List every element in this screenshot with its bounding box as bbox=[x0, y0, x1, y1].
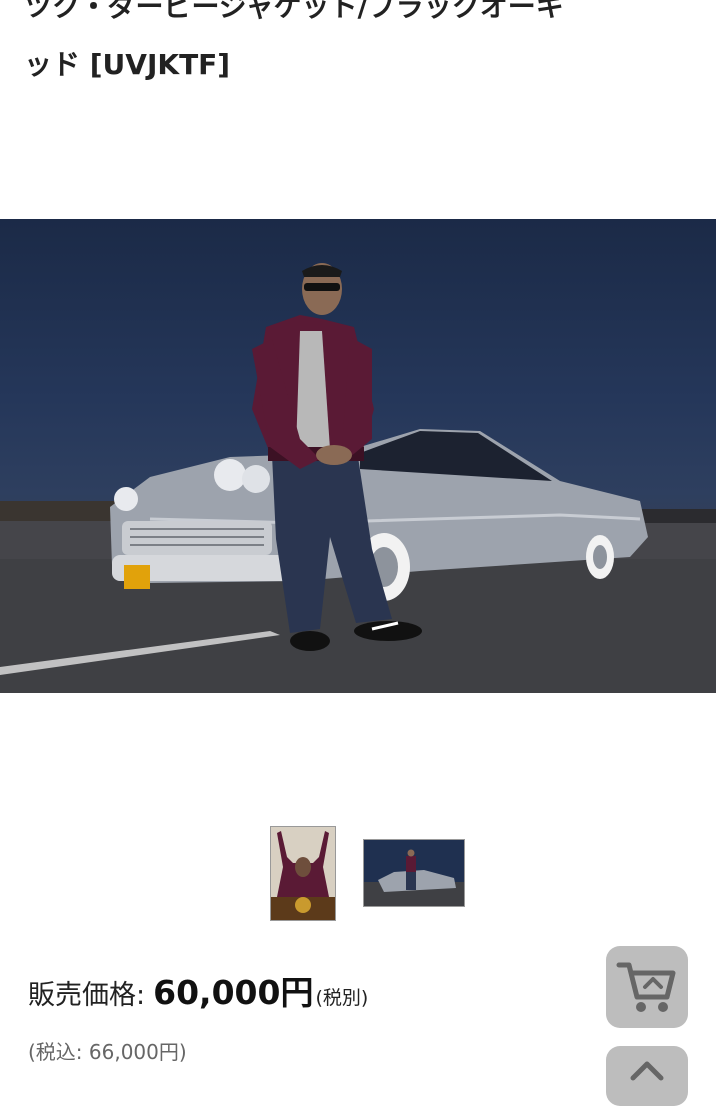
price-label: 販売価格: bbox=[28, 980, 146, 1011]
thumbnail-1[interactable] bbox=[270, 826, 336, 921]
hero-photo bbox=[0, 263, 716, 693]
price-value: 60,000円 bbox=[153, 973, 314, 1012]
cart-button[interactable] bbox=[606, 946, 688, 1028]
price-tax-included: (税込: 66,000円) bbox=[28, 1040, 187, 1064]
chevron-up-icon bbox=[630, 1061, 664, 1081]
thumbnail-2[interactable] bbox=[363, 839, 465, 907]
product-title: ツク・ダービージャケット/ブラックオーキ ッド [UVJKTF] bbox=[24, 0, 692, 94]
scroll-top-button[interactable] bbox=[606, 1046, 688, 1106]
thumbnail-1-photo bbox=[271, 827, 335, 920]
product-title-line-1: ツク・ダービージャケット/ブラックオーキ bbox=[24, 0, 564, 23]
price-row: 販売価格: 60,000円 (税別) bbox=[28, 966, 368, 1018]
cart-icon bbox=[616, 962, 676, 1012]
product-main-image[interactable] bbox=[0, 219, 716, 693]
product-title-line-2: ッド [UVJKTF] bbox=[24, 48, 231, 81]
price-tax-note: (税別) bbox=[315, 987, 369, 1009]
thumbnail-2-photo bbox=[364, 840, 464, 906]
